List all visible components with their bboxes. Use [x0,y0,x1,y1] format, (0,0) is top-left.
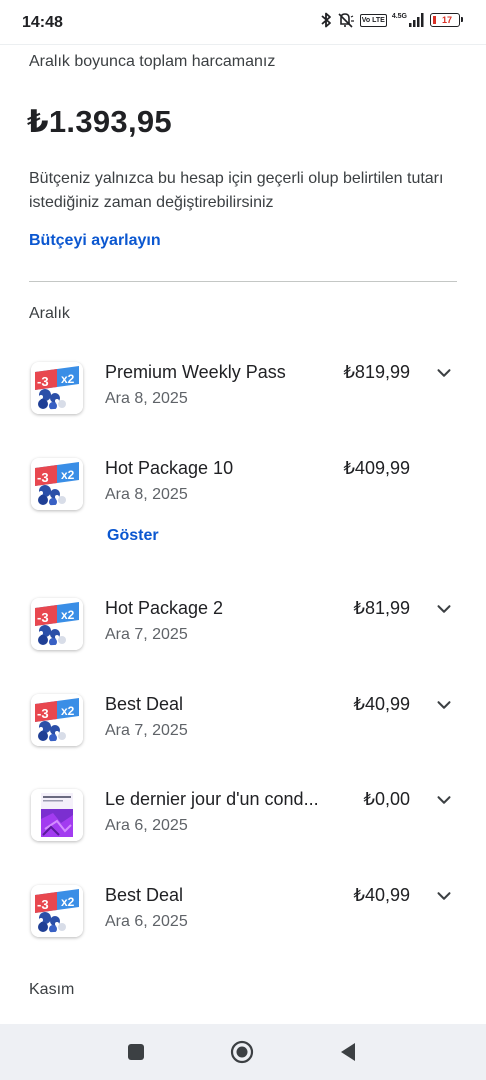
system-nav-bar [0,1024,486,1080]
battery-level: 17 [441,15,452,25]
purchase-row[interactable]: Best Deal Ara 6, 2025 ₺40,99 [0,875,486,955]
item-title: Best Deal [105,885,184,905]
item-title: Best Deal [105,694,184,714]
item-date: Ara 7, 2025 [105,626,188,643]
chevron-down-icon[interactable] [433,598,455,620]
item-price: ₺40,99 [353,885,411,905]
budget-description: Bütçeniz yalnızca bu hesap için geçerli … [29,170,444,211]
back-icon[interactable] [336,1040,360,1064]
game-app-icon [31,458,83,510]
purchase-row[interactable]: Hot Package 10 Ara 8, 2025 ₺409,99 Göste… [0,448,486,558]
month-label: Aralık [29,305,70,322]
item-title: Le dernier jour d'un cond... [105,789,319,809]
status-bar: 14:48 Vo LTE 4.5G 17 [0,0,486,44]
section-divider [29,281,457,282]
game-app-icon [31,885,83,937]
item-title: Hot Package 10 [105,458,234,478]
item-price: ₺409,99 [343,458,410,478]
game-app-icon [31,362,83,414]
item-date: Ara 6, 2025 [105,817,188,834]
home-icon[interactable] [230,1040,254,1064]
item-title: Hot Package 2 [105,598,224,618]
game-app-icon [31,694,83,746]
battery-icon: 17 [430,13,463,27]
signal-icon [409,13,425,27]
spending-header: Aralık boyunca toplam harcamanız [29,53,276,70]
item-price: ₺40,99 [353,694,411,714]
show-button[interactable]: Göster [107,527,159,545]
chevron-down-icon[interactable] [433,362,455,384]
recents-icon[interactable] [124,1040,148,1064]
status-time: 14:48 [22,14,63,31]
bluetooth-icon [320,12,332,28]
purchase-row[interactable]: Best Deal Ara 7, 2025 ₺40,99 [0,684,486,764]
purchase-row[interactable]: Premium Weekly Pass Ara 8, 2025 ₺819,99 [0,352,486,432]
item-date: Ara 6, 2025 [105,913,188,930]
purchase-row[interactable]: Le dernier jour d'un cond... Ara 6, 2025… [0,779,486,859]
item-price: ₺81,99 [353,598,411,618]
month-label: Kasım [29,981,75,998]
item-date: Ara 8, 2025 [105,486,188,503]
volte-icon: Vo LTE [359,13,387,27]
set-budget-link[interactable]: Bütçeyi ayarlayın [29,232,161,250]
item-title: Premium Weekly Pass [105,362,286,382]
chevron-down-icon[interactable] [433,789,455,811]
item-date: Ara 7, 2025 [105,722,188,739]
book-cover-icon [31,789,83,841]
total-amount: ₺1.393,95 [27,104,172,139]
purchase-row[interactable]: Hot Package 2 Ara 7, 2025 ₺81,99 [0,588,486,668]
item-date: Ara 8, 2025 [105,390,188,407]
network-type: 4.5G [391,13,407,20]
top-divider [0,44,486,45]
mute-vibrate-icon [337,12,355,28]
game-app-icon [31,598,83,650]
chevron-down-icon[interactable] [433,694,455,716]
status-icons: Vo LTE 4.5G 17 [320,12,463,28]
chevron-down-icon[interactable] [433,885,455,907]
item-price: ₺0,00 [363,789,411,809]
item-price: ₺819,99 [343,362,410,382]
